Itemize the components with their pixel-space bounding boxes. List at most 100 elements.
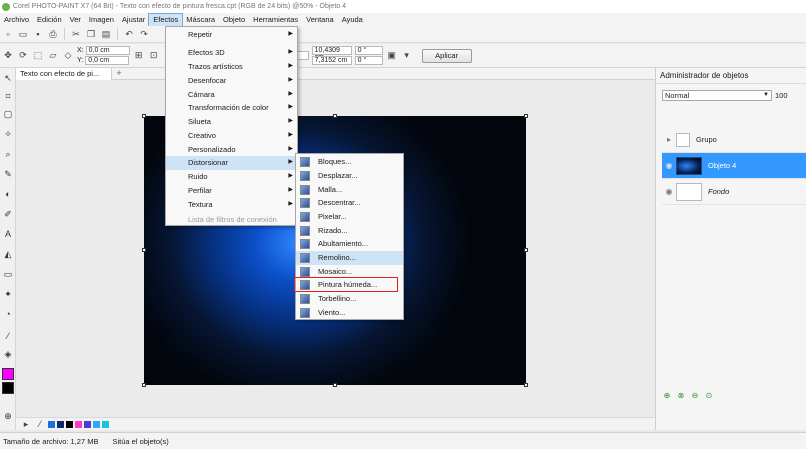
new-object-icon[interactable]: ⊕ bbox=[662, 390, 672, 400]
eye-icon[interactable]: ◉ bbox=[662, 161, 676, 170]
print-icon[interactable]: ⎙ bbox=[47, 28, 59, 40]
menu-item-textura[interactable]: Textura ▶ bbox=[166, 198, 297, 212]
selection-handle[interactable] bbox=[524, 248, 528, 252]
menu-mascara[interactable]: Máscara bbox=[182, 14, 219, 26]
cut-icon[interactable]: ✂ bbox=[70, 28, 82, 40]
open-folder-icon[interactable]: ▭ bbox=[17, 28, 29, 40]
no-color-icon[interactable]: ⁄ bbox=[34, 418, 46, 430]
color-swatch[interactable] bbox=[48, 420, 55, 428]
menu-herramientas[interactable]: Herramientas bbox=[249, 14, 302, 26]
move-icon[interactable]: ✥ bbox=[2, 50, 14, 62]
distort-icon[interactable]: ▣ bbox=[386, 50, 398, 62]
new-group-icon[interactable]: ⊗ bbox=[676, 390, 686, 400]
menu-item-trazos-artisticos[interactable]: Trazos artísticos ▶ bbox=[166, 60, 297, 74]
menu-imagen[interactable]: Imagen bbox=[85, 14, 118, 26]
eraser-tool-icon[interactable]: ◐ bbox=[2, 188, 14, 200]
skew-icon[interactable]: ▱ bbox=[47, 50, 59, 62]
menu-efectos[interactable]: Efectos bbox=[148, 12, 184, 27]
submenu-item-descentrar[interactable]: Descentrar... bbox=[296, 196, 403, 210]
redo-icon[interactable]: ↷ bbox=[138, 28, 150, 40]
menu-edicion[interactable]: Edición bbox=[33, 14, 66, 26]
zoom-tool-icon[interactable]: ⌕ bbox=[2, 148, 14, 160]
lock-ratio-icon[interactable]: ⊞ bbox=[133, 50, 145, 62]
palette-arrow-icon[interactable]: ▸ bbox=[20, 418, 32, 430]
layer-grupo[interactable]: ▸ Grupo bbox=[662, 127, 806, 153]
submenu-item-malla[interactable]: Malla... bbox=[296, 183, 403, 197]
foreground-color-swatch[interactable] bbox=[2, 368, 14, 380]
new-file-icon[interactable]: ▫ bbox=[2, 28, 14, 40]
document-tab[interactable]: Texto con efecto de pi... bbox=[16, 68, 112, 80]
submenu-item-desplazar[interactable]: Desplazar... bbox=[296, 169, 403, 183]
color-swatch[interactable] bbox=[102, 420, 109, 428]
color-swatch[interactable] bbox=[93, 420, 100, 428]
menu-objeto[interactable]: Objeto bbox=[219, 14, 249, 26]
blend-mode-select[interactable]: Normal ▼ bbox=[662, 90, 772, 101]
menu-item-perfilar[interactable]: Perfilar ▶ bbox=[166, 184, 297, 198]
selection-handle[interactable] bbox=[524, 114, 528, 118]
menu-ventana[interactable]: Ventana bbox=[302, 14, 338, 26]
submenu-item-pixelar[interactable]: Pixelar... bbox=[296, 210, 403, 224]
color-swatch[interactable] bbox=[75, 420, 82, 428]
submenu-item-rizado[interactable]: Rizado... bbox=[296, 224, 403, 238]
clone-tool-icon[interactable]: ✎ bbox=[2, 168, 14, 180]
undo-icon[interactable]: ↶ bbox=[123, 28, 135, 40]
copy-icon[interactable]: ❐ bbox=[85, 28, 97, 40]
add-tool-icon[interactable]: ⊕ bbox=[2, 410, 14, 422]
opacity-value[interactable]: 100 bbox=[775, 91, 788, 100]
menu-item-desenfocar[interactable]: Desenfocar ▶ bbox=[166, 74, 297, 88]
layer-fondo[interactable]: ◉ Fondo bbox=[662, 179, 806, 205]
menu-archivo[interactable]: Archivo bbox=[0, 14, 33, 26]
menu-item-distorsionar[interactable]: Distorsionar ▶ bbox=[166, 156, 297, 170]
submenu-item-viento[interactable]: Viento... bbox=[296, 306, 403, 320]
anchor-icon[interactable]: ⊡ bbox=[148, 50, 160, 62]
eye-icon[interactable]: ◉ bbox=[662, 187, 676, 196]
transparency-tool-icon[interactable]: ◔ bbox=[2, 308, 14, 320]
dropdown-icon[interactable]: ▾ bbox=[401, 50, 413, 62]
menu-item-repetir[interactable]: Repetir ▶ bbox=[166, 28, 297, 42]
color-swatch[interactable] bbox=[84, 420, 91, 428]
scale-icon[interactable]: ⬚ bbox=[32, 50, 44, 62]
menu-ayuda[interactable]: Ayuda bbox=[338, 14, 367, 26]
menu-item-personalizado[interactable]: Personalizado ▶ bbox=[166, 143, 297, 157]
selection-handle[interactable] bbox=[142, 114, 146, 118]
mask-tool-icon[interactable]: ▢ bbox=[2, 108, 14, 120]
menu-item-silueta[interactable]: Silueta ▶ bbox=[166, 115, 297, 129]
width-input[interactable]: 10,4309 cm bbox=[311, 46, 352, 61]
color-swatch[interactable] bbox=[57, 420, 64, 428]
submenu-item-bloques[interactable]: Bloques... bbox=[296, 155, 403, 169]
submenu-item-torbellino[interactable]: Torbellino... bbox=[296, 292, 403, 306]
submenu-item-remolino[interactable]: Remolino... bbox=[296, 251, 403, 265]
menu-item-camara[interactable]: Cámara ▶ bbox=[166, 88, 297, 102]
crop-tool-icon[interactable]: ⌗ bbox=[2, 90, 14, 102]
selection-handle[interactable] bbox=[333, 383, 337, 387]
background-color-swatch[interactable] bbox=[2, 382, 14, 394]
brush-tool-icon[interactable]: ✐ bbox=[2, 208, 14, 220]
lock-icon[interactable]: ⊙ bbox=[704, 390, 714, 400]
selection-handle[interactable] bbox=[142, 248, 146, 252]
menu-ver[interactable]: Ver bbox=[66, 14, 85, 26]
rotate-icon[interactable]: ⟳ bbox=[17, 50, 29, 62]
height-input[interactable]: 7,3152 cm bbox=[311, 56, 352, 65]
y-position-input[interactable]: 0,0 cm bbox=[85, 56, 130, 65]
selection-handle[interactable] bbox=[524, 383, 528, 387]
magic-wand-icon[interactable]: ✧ bbox=[2, 128, 14, 140]
shape-tool-icon[interactable]: ▭ bbox=[2, 268, 14, 280]
save-icon[interactable]: ▪ bbox=[32, 28, 44, 40]
submenu-item-abultamiento[interactable]: Abultamiento... bbox=[296, 237, 403, 251]
interactive-fill-icon[interactable]: ◈ bbox=[2, 348, 14, 360]
rotation-1-input[interactable]: 0 ° bbox=[354, 46, 383, 55]
selection-handle[interactable] bbox=[142, 383, 146, 387]
x-position-input[interactable]: 0,0 cm bbox=[85, 46, 130, 55]
pick-tool-icon[interactable]: ↖ bbox=[2, 72, 14, 84]
perspective-icon[interactable]: ◇ bbox=[62, 50, 74, 62]
eyedropper-icon[interactable]: ⁄ bbox=[2, 330, 14, 342]
paste-icon[interactable]: ▤ bbox=[100, 28, 112, 40]
selection-handle[interactable] bbox=[333, 114, 337, 118]
new-tab-icon[interactable]: + bbox=[114, 69, 124, 79]
menu-item-efectos-3d[interactable]: Efectos 3D ▶ bbox=[166, 46, 297, 60]
menu-ajustar[interactable]: Ajustar bbox=[118, 14, 149, 26]
menu-item-creativo[interactable]: Creativo ▶ bbox=[166, 129, 297, 143]
fill-tool-icon[interactable]: ◭ bbox=[2, 248, 14, 260]
menu-item-transformacion-color[interactable]: Transformación de color ▶ bbox=[166, 101, 297, 115]
color-swatch[interactable] bbox=[66, 420, 73, 428]
